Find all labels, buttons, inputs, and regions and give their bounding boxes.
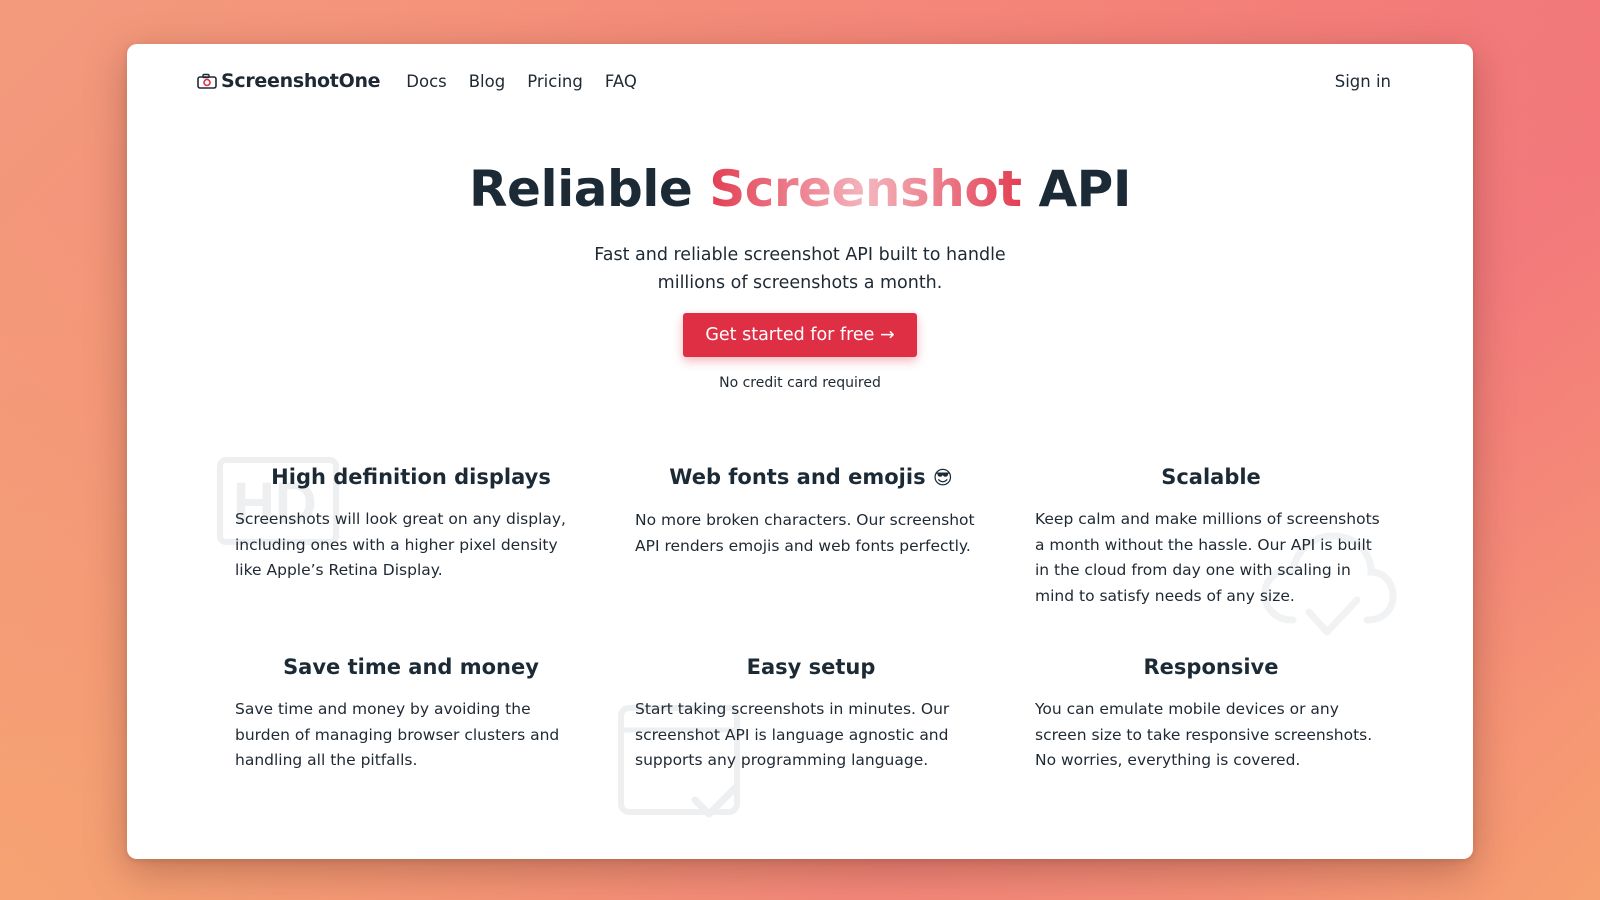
feature-text: Screenshots will look great on any displ… — [235, 510, 566, 579]
hero-title-accent: Screenshot — [709, 160, 1022, 218]
feature-title: Save time and money — [283, 655, 539, 679]
hero-section: Reliable Screenshot API Fast and reliabl… — [127, 162, 1473, 392]
camera-logo-icon — [197, 73, 217, 89]
brand-logo[interactable]: ScreenshotOne — [197, 70, 381, 92]
hero-title-end: API — [1021, 160, 1131, 218]
features-grid: HD High definition displays Screenshots … — [217, 454, 1397, 834]
get-started-button[interactable]: Get started for free → — [683, 313, 917, 357]
feature-title: Easy setup — [746, 655, 876, 679]
feature-title: Responsive — [1143, 655, 1279, 679]
sign-in-link[interactable]: Sign in — [1335, 72, 1391, 91]
feature-title: Scalable — [1161, 465, 1261, 489]
browser-window: ScreenshotOne Docs Blog Pricing FAQ Sign… — [127, 44, 1473, 859]
feature-responsive: Responsive You can emulate mobile device… — [1031, 644, 1391, 834]
nav-links: Docs Blog Pricing FAQ — [406, 72, 637, 91]
feature-title: High definition displays — [271, 465, 551, 489]
feature-text: Save time and money by avoiding the burd… — [235, 700, 560, 769]
hero-title: Reliable Screenshot API — [127, 162, 1473, 217]
feature-scalable: Scalable Keep calm and make millions of … — [1031, 454, 1397, 644]
feature-text: You can emulate mobile devices or any sc… — [1035, 700, 1373, 769]
feature-text: Keep calm and make millions of screensho… — [1035, 510, 1380, 605]
brand-name: ScreenshotOne — [221, 70, 381, 92]
nav-link-pricing[interactable]: Pricing — [527, 72, 583, 91]
feature-title: Web fonts and emojis 😎 — [631, 464, 991, 491]
feature-text: No more broken characters. Our screensho… — [635, 511, 975, 555]
no-credit-card-note: No credit card required — [719, 375, 881, 391]
feature-text: Start taking screenshots in minutes. Our… — [635, 700, 950, 769]
hero-subtitle: Fast and reliable screenshot API built t… — [594, 245, 1006, 293]
nav-link-blog[interactable]: Blog — [469, 72, 505, 91]
nav-link-docs[interactable]: Docs — [406, 72, 446, 91]
top-navigation: ScreenshotOne Docs Blog Pricing FAQ Sign… — [197, 58, 1391, 104]
nav-link-faq[interactable]: FAQ — [605, 72, 637, 91]
feature-title-text: Web fonts and emojis — [669, 465, 933, 489]
hero-title-start: Reliable — [469, 160, 710, 218]
feature-easy-setup: Easy setup Start taking screenshots in m… — [618, 644, 991, 834]
feature-high-definition: HD High definition displays Screenshots … — [217, 454, 591, 644]
feature-save-time: Save time and money Save time and money … — [231, 644, 591, 834]
feature-web-fonts: Web fonts and emojis 😎 No more broken ch… — [631, 454, 991, 644]
sunglasses-emoji-icon: 😎 — [932, 467, 953, 489]
